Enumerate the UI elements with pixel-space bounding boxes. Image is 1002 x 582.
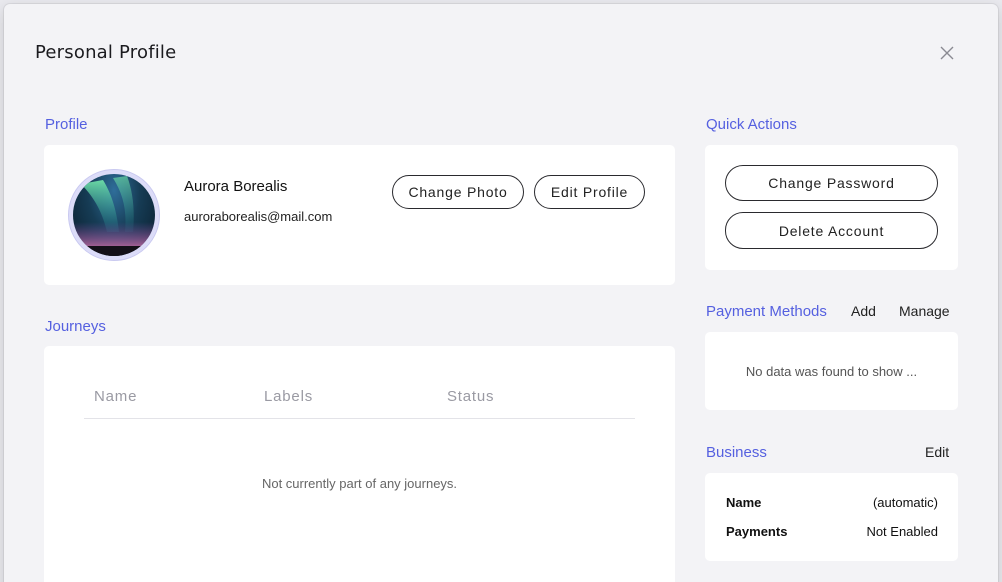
business-payments-label: Payments [726, 524, 788, 539]
profile-name: Aurora Borealis [184, 178, 288, 195]
payment-methods-card: No data was found to show ... [705, 332, 958, 410]
close-icon[interactable] [938, 44, 956, 62]
business-payments-value: Not Enabled [866, 524, 938, 539]
journeys-heading: Journeys [45, 318, 106, 335]
profile-card: Aurora Borealis auroraborealis@mail.com … [44, 145, 675, 285]
profile-email: auroraborealis@mail.com [184, 209, 333, 224]
column-header-status[interactable]: Status [447, 388, 494, 405]
delete-account-button[interactable]: Delete Account [725, 212, 938, 249]
quick-actions-heading: Quick Actions [706, 116, 797, 133]
payment-methods-heading: Payment Methods [706, 303, 827, 320]
payment-methods-empty-message: No data was found to show ... [745, 364, 918, 379]
add-payment-method-link[interactable]: Add [851, 303, 876, 319]
table-divider [84, 418, 635, 419]
journeys-empty-message: Not currently part of any journeys. [261, 476, 458, 491]
business-name-value: (automatic) [872, 495, 938, 510]
avatar-ring [68, 169, 160, 261]
personal-profile-modal: Personal Profile Profile Aurora Borealis… [4, 4, 998, 582]
column-header-labels[interactable]: Labels [264, 388, 313, 405]
manage-payment-methods-link[interactable]: Manage [899, 303, 950, 319]
column-header-name[interactable]: Name [94, 388, 137, 405]
business-card: Name (automatic) Payments Not Enabled [705, 473, 958, 561]
edit-profile-button[interactable]: Edit Profile [534, 175, 645, 209]
profile-heading: Profile [45, 116, 88, 133]
business-heading: Business [706, 444, 767, 461]
quick-actions-card: Change Password Delete Account [705, 145, 958, 270]
modal-title: Personal Profile [35, 42, 177, 63]
change-password-button[interactable]: Change Password [725, 165, 938, 201]
business-name-label: Name [726, 495, 762, 510]
edit-business-link[interactable]: Edit [925, 444, 949, 460]
journeys-card: Name Labels Status Not currently part of… [44, 346, 675, 582]
change-photo-button[interactable]: Change Photo [392, 175, 524, 209]
avatar [73, 174, 155, 256]
